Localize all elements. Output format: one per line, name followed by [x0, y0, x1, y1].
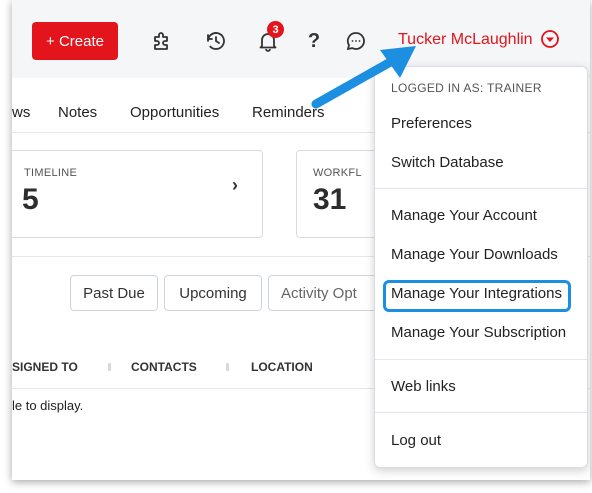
- column-separator: [108, 363, 111, 371]
- app-window: + Create 3 ? Tucker McLaughlin ws Notes …: [12, 0, 590, 480]
- card-label: TIMELINE: [24, 167, 78, 179]
- notification-count-badge: 3: [267, 21, 284, 38]
- tab-reminders[interactable]: Reminders: [252, 104, 325, 121]
- column-header[interactable]: LOCATION: [251, 360, 313, 374]
- chat-icon[interactable]: [342, 27, 370, 55]
- chevron-down-icon[interactable]: [540, 29, 560, 49]
- logged-in-heading: LOGGED IN AS: TRAINER: [391, 81, 542, 95]
- menu-item-web-links[interactable]: Web links: [391, 378, 456, 395]
- column-header[interactable]: CONTACTS: [131, 360, 197, 374]
- empty-table-message: le to display.: [12, 398, 84, 413]
- create-button[interactable]: + Create: [32, 22, 118, 60]
- tab-views[interactable]: ws: [12, 104, 30, 121]
- chevron-right-icon[interactable]: ›: [232, 175, 238, 196]
- menu-item-manage-downloads[interactable]: Manage Your Downloads: [391, 246, 558, 263]
- puzzle-icon[interactable]: [148, 27, 176, 55]
- column-header[interactable]: SIGNED TO: [12, 360, 78, 374]
- column-separator: [226, 363, 229, 371]
- menu-item-preferences[interactable]: Preferences: [391, 115, 472, 132]
- menu-divider: [375, 188, 587, 189]
- help-icon[interactable]: ?: [300, 27, 328, 55]
- past-due-button[interactable]: Past Due: [70, 275, 158, 311]
- user-menu-toggle[interactable]: Tucker McLaughlin: [398, 31, 533, 49]
- menu-item-manage-integrations[interactable]: Manage Your Integrations: [391, 285, 562, 302]
- tab-opportunities[interactable]: Opportunities: [130, 104, 219, 121]
- card-label: WORKFL: [313, 167, 362, 179]
- menu-divider: [375, 412, 587, 413]
- activity-options-button[interactable]: Activity Opt: [268, 275, 388, 311]
- menu-divider: [375, 359, 587, 360]
- upcoming-button[interactable]: Upcoming: [164, 275, 262, 311]
- card-value: 5: [22, 183, 39, 216]
- history-icon[interactable]: [202, 27, 230, 55]
- user-menu-dropdown: LOGGED IN AS: TRAINER Preferences Switch…: [374, 66, 588, 468]
- timeline-card[interactable]: TIMELINE 5 ›: [12, 150, 263, 238]
- menu-item-switch-database[interactable]: Switch Database: [391, 154, 504, 171]
- bell-icon[interactable]: 3: [254, 21, 284, 55]
- menu-item-manage-subscription[interactable]: Manage Your Subscription: [391, 324, 566, 341]
- menu-item-manage-account[interactable]: Manage Your Account: [391, 207, 537, 224]
- menu-item-log-out[interactable]: Log out: [391, 432, 441, 449]
- card-value: 31: [313, 183, 347, 216]
- tab-notes[interactable]: Notes: [58, 104, 97, 121]
